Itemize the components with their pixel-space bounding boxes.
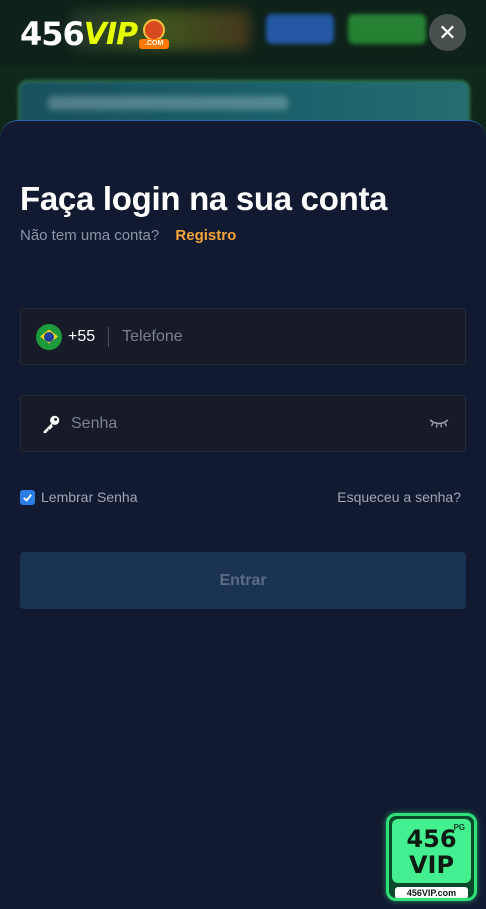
page-title: Faça login na sua conta bbox=[20, 180, 388, 217]
key-icon bbox=[43, 415, 60, 433]
background-register-button bbox=[348, 14, 426, 44]
field-divider bbox=[108, 326, 110, 347]
logo-domain-tag: .COM bbox=[139, 39, 170, 49]
remember-label[interactable]: Lembrar Senha bbox=[41, 489, 138, 505]
logo-mascot-icon: .COM bbox=[139, 17, 170, 51]
logo-vip: VIP bbox=[83, 16, 138, 52]
remember-checkbox[interactable] bbox=[20, 489, 35, 505]
brazil-flag-icon bbox=[36, 323, 62, 350]
badge-vip: VIP bbox=[408, 851, 455, 879]
phone-input[interactable] bbox=[122, 327, 423, 346]
site-logo: 456 VIP .COM bbox=[20, 14, 170, 54]
remember-password[interactable]: Lembrar Senha bbox=[20, 489, 138, 505]
floating-app-badge[interactable]: PG 456 VIP 456VIP.com bbox=[386, 813, 477, 901]
eye-closed-icon[interactable] bbox=[429, 416, 449, 430]
logo-number: 456 bbox=[20, 15, 85, 53]
forgot-password-link[interactable]: Esqueceu a senha? bbox=[337, 489, 461, 505]
no-account-text: Não tem uma conta? bbox=[20, 227, 160, 244]
register-link[interactable]: Registro bbox=[175, 227, 236, 244]
login-button[interactable]: Entrar bbox=[20, 552, 466, 609]
badge-url: 456VIP.com bbox=[395, 887, 468, 898]
flag-circle bbox=[44, 331, 54, 342]
close-icon: ✕ bbox=[438, 19, 457, 45]
close-button[interactable]: ✕ bbox=[429, 14, 466, 51]
badge-number: 456 bbox=[406, 825, 457, 853]
country-code[interactable]: +55 bbox=[68, 328, 95, 346]
badge-panel: PG 456 VIP bbox=[392, 819, 471, 883]
register-prompt: Não tem uma conta? Registro bbox=[20, 227, 236, 244]
phone-field[interactable]: +55 bbox=[20, 308, 466, 365]
background-login-button bbox=[266, 14, 334, 44]
mascot-head bbox=[143, 19, 166, 41]
check-icon bbox=[23, 493, 32, 502]
password-field[interactable] bbox=[20, 395, 466, 452]
password-input[interactable] bbox=[71, 414, 401, 433]
background-banner-text bbox=[48, 96, 288, 110]
